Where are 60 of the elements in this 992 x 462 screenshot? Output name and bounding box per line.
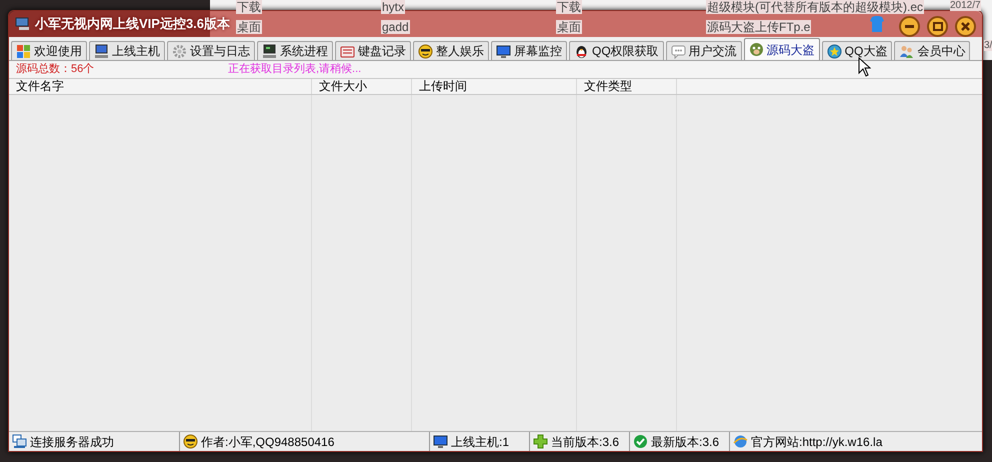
column-header[interactable]: 文件名字 [9,79,312,94]
column-header[interactable]: 上传时间 [412,79,577,94]
tab[interactable]: 设置与日志 [167,41,255,60]
windows-logo-icon [16,44,31,58]
keyboard-icon [340,44,355,58]
tab[interactable]: 会员中心 [894,41,970,60]
tab[interactable]: 欢迎使用 [11,41,87,60]
status-text: 连接服务器成功 [30,434,114,450]
network-icon [12,434,27,449]
status-text: 当前版本:3.6 [551,434,620,450]
close-button[interactable] [955,16,976,36]
tab[interactable]: 源码大盗 [744,38,820,60]
file-date: 3/ [984,40,992,51]
check-icon [633,434,648,449]
tab[interactable]: QQ权限获取 [569,41,664,60]
speech-bubble-icon [670,44,686,58]
tab[interactable]: QQ大盗 [822,41,892,60]
smiley-icon [183,434,198,449]
file-item[interactable]: gadd [381,20,410,34]
file-item[interactable]: 下载 [236,0,262,14]
face-icon [748,42,764,57]
minimize-icon [905,24,914,28]
tab[interactable]: 屏幕监控 [491,41,567,60]
file-date: 2012/7 [950,0,981,11]
source-count: 源码总数：56个 [16,62,96,78]
maximize-icon [932,22,942,30]
column-header[interactable]: 文件类型 [577,79,677,94]
status-message: 正在获取目录列表,请稍候... [228,62,362,78]
monitor-icon [496,44,511,58]
file-item[interactable]: 桌面 [556,20,582,34]
column-header[interactable]: 文件大小 [312,79,412,94]
tab[interactable]: 用户交流 [666,41,742,60]
globe-icon [733,434,748,449]
tab[interactable]: 系统进程 [257,41,333,60]
file-item[interactable]: 源码大盗上传FTp.e [706,20,812,34]
status-text: 上线主机:1 [451,434,510,450]
monitor-icon [433,434,448,449]
status-text: 最新版本:3.6 [651,434,720,450]
file-item[interactable]: hytx [381,0,406,14]
status-text: 作者:小军,QQ948850416 [201,434,334,450]
maximize-button[interactable] [927,16,948,36]
people-icon [899,44,914,58]
tab[interactable]: 整人娱乐 [413,41,489,60]
smiley-icon [418,44,433,58]
gear-icon [172,44,187,58]
penguin-icon [574,44,589,58]
window-title: 小军无视内网上线VIP远控3.6版本 [35,15,230,34]
star-badge-icon [826,44,842,58]
computer-icon [15,17,31,31]
computer-icon [94,44,109,58]
computer-icon [262,44,277,58]
file-item[interactable]: 超级模块(可代替所有版本的超级模块).ec [706,0,924,14]
close-icon [961,22,970,30]
tab[interactable]: 上线主机 [89,41,165,60]
tab[interactable]: 键盘记录 [335,41,411,60]
status-text: 官方网站:http://yk.w16.la [751,434,882,450]
plus-icon [533,434,548,449]
minimize-button[interactable] [899,16,920,36]
file-item[interactable]: 下载 [556,0,582,14]
file-item[interactable]: 桌面 [236,20,262,34]
